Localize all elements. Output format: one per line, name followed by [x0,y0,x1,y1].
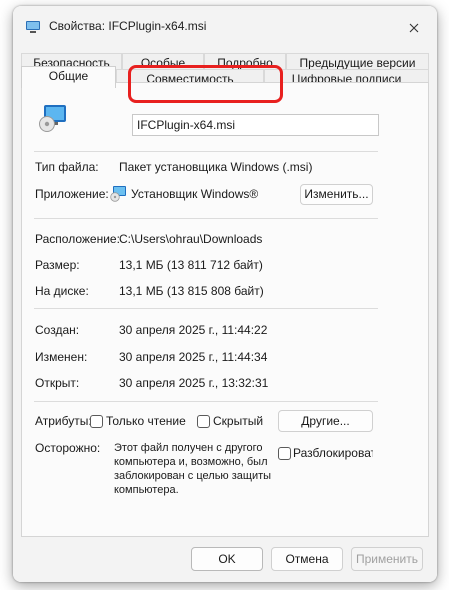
file-type-value: Пакет установщика Windows (.msi) [119,160,313,174]
size-on-disk-label: На диске: [35,284,89,298]
tab-label: Общие [48,69,89,83]
window-title: Свойства: IFCPlugin-x64.msi [49,19,207,33]
divider [34,401,378,402]
tab-label: Предыдущие версии [299,56,416,70]
unblock-label: Разблокироват [293,446,373,460]
modified-value: 30 апреля 2025 г., 11:44:34 [119,350,268,364]
close-icon [409,23,419,33]
size-label: Размер: [35,258,80,272]
unblock-checkbox[interactable] [278,447,291,460]
divider [34,308,378,309]
tab-general[interactable]: Общие [21,66,116,88]
modified-label: Изменен: [35,350,88,364]
readonly-checkbox[interactable] [90,415,103,428]
properties-dialog: Свойства: IFCPlugin-x64.msi Безопасность… [13,6,437,582]
caution-label: Осторожно: [35,441,101,455]
file-name-field[interactable]: IFCPlugin-x64.msi [132,114,379,136]
hidden-checkbox[interactable] [197,415,210,428]
location-value: C:\Users\ohrau\Downloads [119,232,263,246]
attributes-label: Атрибуты: [35,414,92,428]
other-attributes-button[interactable]: Другие... [278,410,373,432]
title-bar[interactable]: Свойства: IFCPlugin-x64.msi [13,6,437,46]
size-value: 13,1 МБ (13 811 712 байт) [119,258,263,272]
apply-button[interactable]: Применить [351,547,423,571]
highlight-frame [128,65,283,103]
general-tab-panel: IFCPlugin-x64.msi Тип файла: Пакет устан… [21,82,429,537]
opened-value: 30 апреля 2025 г., 13:32:31 [119,376,269,390]
file-type-label: Тип файла: [35,160,99,174]
ok-button[interactable]: OK [191,547,263,571]
created-label: Создан: [35,323,80,337]
readonly-label: Только чтение [106,414,186,428]
cancel-button[interactable]: Отмена [271,547,343,571]
installer-package-icon [38,103,68,136]
msi-file-icon [25,20,41,34]
divider [34,218,378,219]
caution-text: Этот файл получен с другого компьютера и… [114,442,272,496]
app-value: Установщик Windows® [131,187,259,201]
opened-label: Открыт: [35,376,80,390]
hidden-label: Скрытый [213,414,264,428]
location-label: Расположение: [35,232,120,246]
close-button[interactable] [399,14,429,42]
change-button[interactable]: Изменить... [300,184,373,205]
windows-installer-icon [110,185,127,205]
app-label: Приложение: [35,187,109,201]
created-value: 30 апреля 2025 г., 11:44:22 [119,323,268,337]
size-on-disk-value: 13,1 МБ (13 815 808 байт) [119,284,264,298]
divider [34,151,378,152]
